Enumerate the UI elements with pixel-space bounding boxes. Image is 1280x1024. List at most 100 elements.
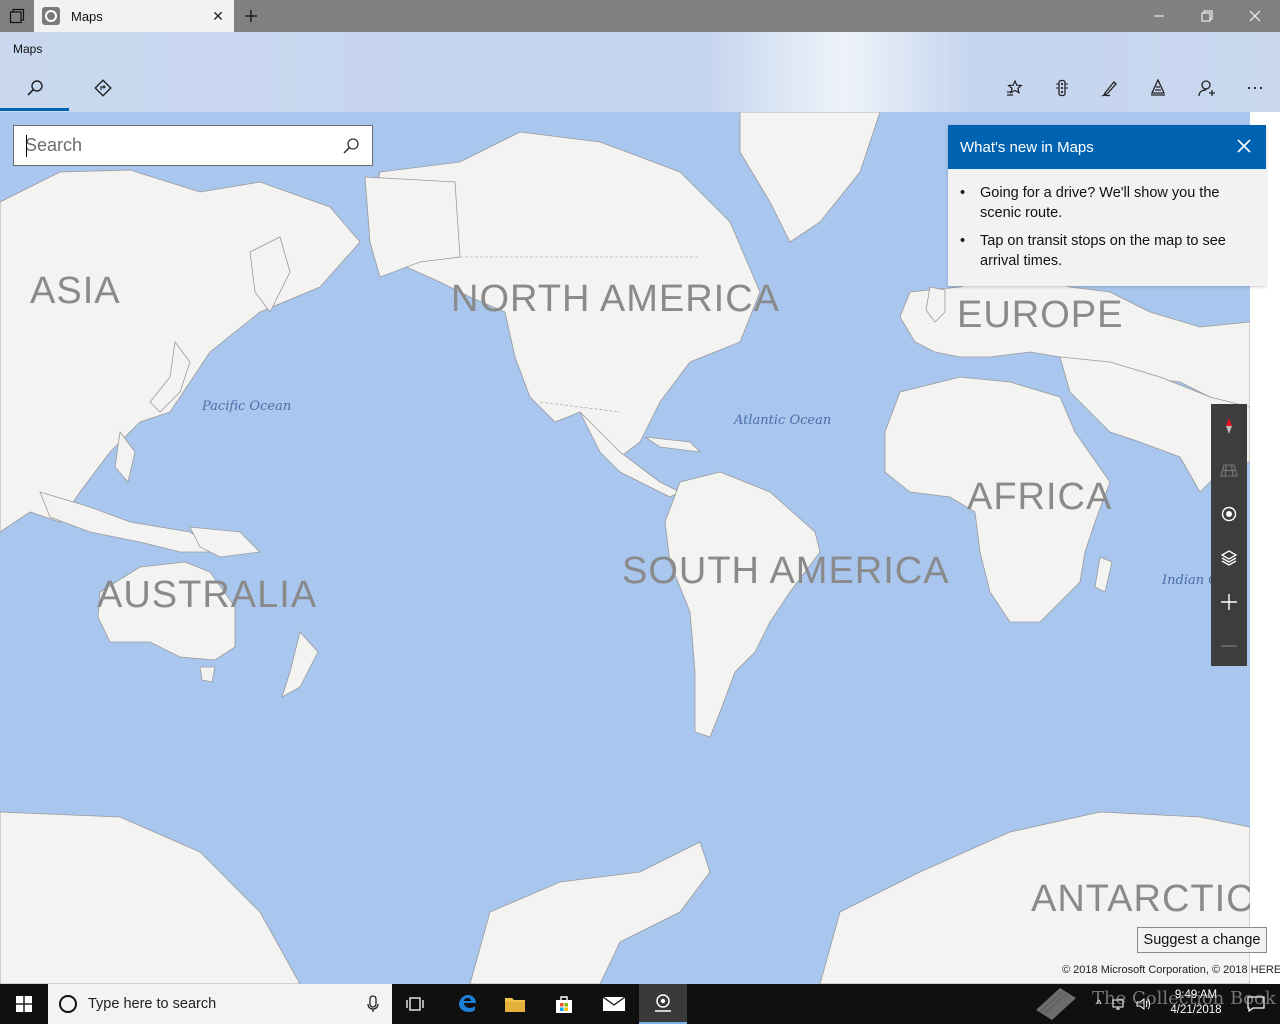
start-button[interactable]: [0, 984, 48, 1024]
minus-icon: [1221, 645, 1237, 647]
search-input[interactable]: [14, 135, 334, 156]
list-item: Tap on transit stops on the map to see a…: [960, 231, 1250, 271]
new-tab-button[interactable]: [240, 0, 262, 32]
ink-button[interactable]: [1092, 72, 1128, 104]
search-tab-button[interactable]: [17, 72, 53, 104]
tab-maps[interactable]: Maps ✕: [34, 0, 234, 32]
label-pacific-ocean: Pacific Ocean: [202, 399, 292, 414]
land-south-america: [664, 471, 821, 738]
3d-cities-icon: [1150, 79, 1166, 96]
active-tab-indicator: [0, 108, 69, 111]
watermark-text: The Collection Book: [1092, 988, 1276, 1009]
maps-app-icon: [42, 7, 60, 25]
folder-icon: [505, 998, 525, 1012]
search-submit-icon[interactable]: [342, 137, 360, 155]
land-antarctica-center: [469, 841, 711, 984]
microphone-icon[interactable]: [366, 995, 380, 1013]
label-atlantic-ocean: Atlantic Ocean: [734, 413, 832, 428]
search-box[interactable]: [13, 125, 373, 166]
taskbar-search-placeholder: Type here to search: [88, 996, 217, 1012]
restore-button[interactable]: [1184, 0, 1230, 32]
task-view-button[interactable]: [392, 984, 440, 1024]
tab-title: Maps: [71, 8, 103, 24]
zoom-in-button[interactable]: [1211, 580, 1247, 624]
copyright-text: © 2018 Microsoft Corporation, © 2018 HER…: [1062, 964, 1280, 976]
app-title: Maps: [13, 42, 43, 56]
plus-icon: [1221, 594, 1237, 610]
user-add-icon: [1198, 80, 1215, 97]
minimize-button[interactable]: [1136, 0, 1182, 32]
book-logo-icon: [1036, 988, 1076, 1020]
search-icon: [27, 80, 43, 96]
task-view-icon: [406, 997, 424, 1011]
location-target-icon: [1221, 506, 1237, 522]
suggest-change-button[interactable]: Suggest a change: [1137, 927, 1267, 953]
taskbar-search-box[interactable]: Type here to search: [48, 984, 392, 1024]
list-item: Going for a drive? We'll show you the sc…: [960, 183, 1250, 223]
label-africa: AFRICA: [967, 476, 1113, 518]
title-bar: Maps ✕: [0, 0, 1280, 32]
edge-icon: [459, 995, 476, 1012]
close-icon: [1249, 10, 1261, 22]
sign-in-button[interactable]: [1189, 72, 1225, 104]
map-layers-button[interactable]: [1211, 536, 1247, 580]
land-greenland: [739, 112, 881, 243]
tab-close-icon[interactable]: ✕: [210, 8, 226, 24]
land-cuba: [644, 436, 702, 453]
tab-overview-button[interactable]: [0, 0, 34, 32]
favorites-button[interactable]: [997, 72, 1033, 104]
store-bag-icon: [556, 996, 572, 1013]
restore-icon: [1201, 10, 1213, 22]
layers-icon: [1220, 550, 1238, 566]
land-antarctica-west: [0, 811, 301, 984]
tilt-button[interactable]: [1211, 448, 1247, 492]
cortana-icon: [59, 995, 77, 1013]
label-europe: EUROPE: [957, 294, 1124, 336]
tilt-grid-icon: [1220, 464, 1238, 477]
traffic-icon: [1056, 79, 1068, 97]
tabs-icon: [9, 8, 25, 24]
compass-button[interactable]: [1211, 404, 1247, 448]
edge-button[interactable]: [443, 984, 491, 1024]
minimize-icon: [1154, 15, 1164, 17]
whats-new-header: What's new in Maps: [948, 125, 1266, 169]
traffic-button[interactable]: [1044, 72, 1080, 104]
whats-new-list: Going for a drive? We'll show you the sc…: [948, 169, 1266, 271]
plus-icon: [245, 10, 257, 22]
whats-new-title: What's new in Maps: [960, 138, 1094, 156]
watermark: The Collection Book: [1028, 980, 1276, 1024]
whats-new-panel: What's new in Maps Going for a drive? We…: [948, 125, 1266, 286]
windows-logo-icon: [16, 996, 32, 1012]
file-explorer-button[interactable]: [491, 984, 539, 1024]
text-caret: [26, 135, 27, 157]
land-indonesia: [39, 491, 222, 553]
app-header: Maps: [0, 32, 1280, 112]
3d-cities-button[interactable]: [1140, 72, 1176, 104]
favorites-icon: [1007, 79, 1023, 96]
mail-button[interactable]: [590, 984, 638, 1024]
my-location-button[interactable]: [1211, 492, 1247, 536]
mail-icon: [602, 996, 626, 1011]
compass-icon: [1226, 418, 1232, 434]
close-icon[interactable]: [1236, 138, 1252, 154]
close-button[interactable]: [1232, 0, 1278, 32]
directions-icon: [94, 79, 112, 97]
land-new-zealand: [281, 631, 319, 698]
label-antarctica: ANTARCTICA: [1031, 878, 1250, 920]
pen-icon: [1101, 81, 1117, 97]
more-button[interactable]: [1237, 72, 1273, 104]
land-new-guinea: [189, 526, 261, 558]
maps-icon: [655, 994, 671, 1012]
land-madagascar: [1094, 556, 1113, 593]
map-controls: [1211, 404, 1247, 666]
label-north-america: NORTH AMERICA: [451, 278, 781, 320]
label-south-america: SOUTH AMERICA: [622, 550, 950, 592]
maps-taskbar-button[interactable]: [639, 984, 687, 1024]
more-icon: [1247, 86, 1263, 90]
label-australia: AUSTRALIA: [97, 574, 318, 616]
directions-tab-button[interactable]: [85, 72, 121, 104]
store-button[interactable]: [540, 984, 588, 1024]
label-asia: ASIA: [30, 270, 121, 312]
zoom-out-button[interactable]: [1211, 624, 1247, 668]
land-tasmania: [199, 666, 216, 683]
